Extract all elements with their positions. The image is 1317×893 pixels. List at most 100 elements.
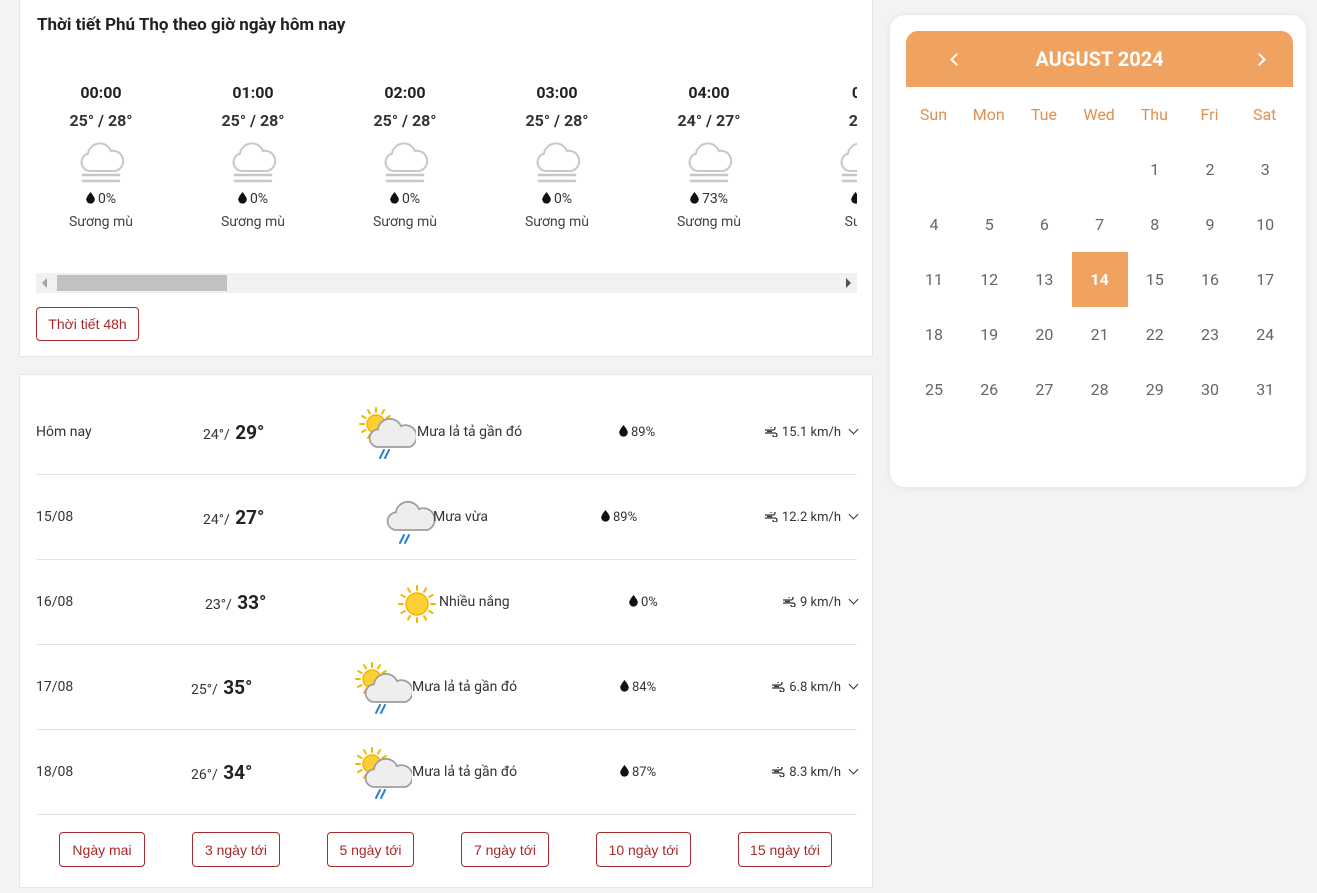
weather-48h-button[interactable]: Thời tiết 48h [36,307,139,341]
calendar-day[interactable]: 20 [1016,307,1072,362]
calendar-day[interactable]: 7 [1072,197,1128,252]
calendar-day[interactable]: 21 [1072,307,1128,362]
calendar-day[interactable]: 15 [1127,252,1183,307]
calendar-day[interactable]: 1 [1127,142,1183,197]
calendar-day[interactable]: 17 [1237,252,1293,307]
wind-icon [764,510,778,523]
forecast-range-button[interactable]: 15 ngày tới [738,832,832,867]
calendar-day[interactable]: 18 [906,307,962,362]
calendar-day[interactable]: 8 [1127,197,1183,252]
hour-temp: 25° / 28° [525,111,589,130]
hour-rain-chance: 73% [644,191,774,209]
calendar-day[interactable]: 9 [1182,197,1238,252]
raindrop-icon [629,595,638,607]
hour-rain-chance: 0% [188,191,318,209]
calendar-day[interactable]: 29 [1127,362,1183,417]
calendar-day[interactable]: 19 [961,307,1017,362]
calendar-day[interactable]: 2 [1182,142,1238,197]
day-weather-desc: Mưa lả tả gần đó [412,679,518,695]
calendar-widget: AUGUST 2024 Sun Mon Tue Wed Thu Fri Sat 1 2 3 4 5 6 7… [889,14,1307,488]
hour-item: 00:00 25° / 28° 0% Sương mù [36,83,166,230]
fog-icon [536,142,581,183]
calendar-day[interactable]: 12 [961,252,1017,307]
forecast-range-button[interactable]: 7 ngày tới [461,832,549,867]
raindrop-icon [601,510,610,522]
forecast-range-button[interactable]: 5 ngày tới [327,832,414,867]
day-wind: 9 km/h [782,560,859,645]
scrollbar-thumb[interactable] [57,275,227,291]
calendar-day[interactable]: 5 [961,197,1017,252]
wind-icon [772,765,785,778]
raindrop-icon [690,192,699,204]
expand-chevron-icon[interactable] [848,594,859,605]
raindrop-icon [620,680,629,692]
hour-desc: Sương mù [68,214,134,230]
calendar-day[interactable]: 10 [1237,197,1293,252]
sun-cloud-rain-icon [359,407,418,459]
calendar-day[interactable]: 26 [961,362,1017,417]
expand-chevron-icon[interactable] [848,679,859,690]
hour-time: 01:00 [232,83,274,102]
calendar-day[interactable]: 22 [1127,307,1183,362]
calendar-weekday: Fri [1200,105,1219,124]
daily-row[interactable]: 15/08 24°/ 27° Mưa vừa 89% 12.2 km/h [36,475,859,560]
calendar-day[interactable]: 6 [1016,197,1072,252]
hour-temp: 25° / 28° [221,111,285,130]
day-weather-icon [358,406,418,462]
sun-cloud-rain-icon [355,662,414,714]
calendar-day[interactable]: 24 [1237,307,1293,362]
daily-row[interactable]: 16/08 23°/ 33° Nhiều nắng 0% 9 km/h [36,560,859,645]
day-weather-desc: Mưa lả tả gần đó [417,424,523,440]
daily-row[interactable]: 17/08 25°/ 35° Mưa lả tả gần đó 84% 6.8 km/h [36,645,859,730]
hour-temp: 25° / 28° [373,111,437,130]
forecast-range-button[interactable]: Ngày mai [59,832,145,867]
hour-desc: Sương mù [372,214,438,230]
hour-time: 04:00 [688,83,730,102]
next-month-chevron-icon[interactable] [1239,31,1279,87]
wind-icon [772,680,785,693]
expand-chevron-icon[interactable] [848,509,859,520]
wind-icon [782,595,796,608]
calendar-day[interactable]: 31 [1237,362,1293,417]
calendar-day[interactable]: 27 [1016,362,1072,417]
day-rain-chance: 0% [629,560,658,645]
scroll-right-arrow-icon[interactable] [846,278,851,288]
expand-chevron-icon[interactable] [848,424,859,435]
day-rain-chance: 87% [620,730,656,815]
forecast-range-button[interactable]: 3 ngày tới [192,832,280,867]
calendar-day[interactable]: 28 [1072,362,1128,417]
hour-temp: 24° / 27° [677,111,741,130]
calendar-weekday: Thu [1140,105,1168,124]
day-weather-icon [354,661,414,717]
sun-cloud-rain-icon [355,747,414,799]
day-weather-icon [378,491,436,547]
daily-row[interactable]: Hôm nay 24°/ 29° Mưa lả tả gần đó 89% 15.1 k… [36,390,859,475]
day-label: 18/08 [36,764,74,780]
calendar-day[interactable]: 3 [1237,142,1293,197]
day-temp-range: 26°/ 34° [191,761,253,784]
calendar-day-today[interactable]: 14 [1071,252,1128,307]
calendar-day[interactable]: 23 [1182,307,1238,362]
sun-icon [398,585,436,623]
hourly-strip[interactable]: 00:00 25° / 28° 0% Sương mù 01:00 25° / 28° 0%… [36,83,857,253]
calendar-day[interactable]: 13 [1016,252,1072,307]
fog-icon [80,142,125,183]
hour-rain-chance: 1 [796,191,857,209]
hour-desc: Sương mù [220,214,286,230]
calendar-weekday: Mon [972,105,1005,124]
calendar-day[interactable]: 11 [906,252,962,307]
forecast-range-button[interactable]: 10 ngày tới [596,832,691,867]
hour-item: 02:00 25° / 28° 0% Sương mù [340,83,470,230]
day-label: 15/08 [36,509,74,525]
calendar-day[interactable]: 30 [1182,362,1238,417]
day-wind: 15.1 km/h [764,390,859,475]
horizontal-scrollbar[interactable] [36,273,857,293]
calendar-day[interactable]: 16 [1182,252,1238,307]
calendar-day[interactable]: 4 [906,197,962,252]
calendar-day[interactable]: 25 [906,362,962,417]
expand-chevron-icon[interactable] [848,764,859,775]
day-rain-chance: 89% [619,390,655,475]
raindrop-icon [86,192,95,204]
daily-row[interactable]: 18/08 26°/ 34° Mưa lả tả gần đó 87% 8.3 km/h [36,730,859,815]
scroll-left-arrow-icon[interactable] [42,278,47,288]
